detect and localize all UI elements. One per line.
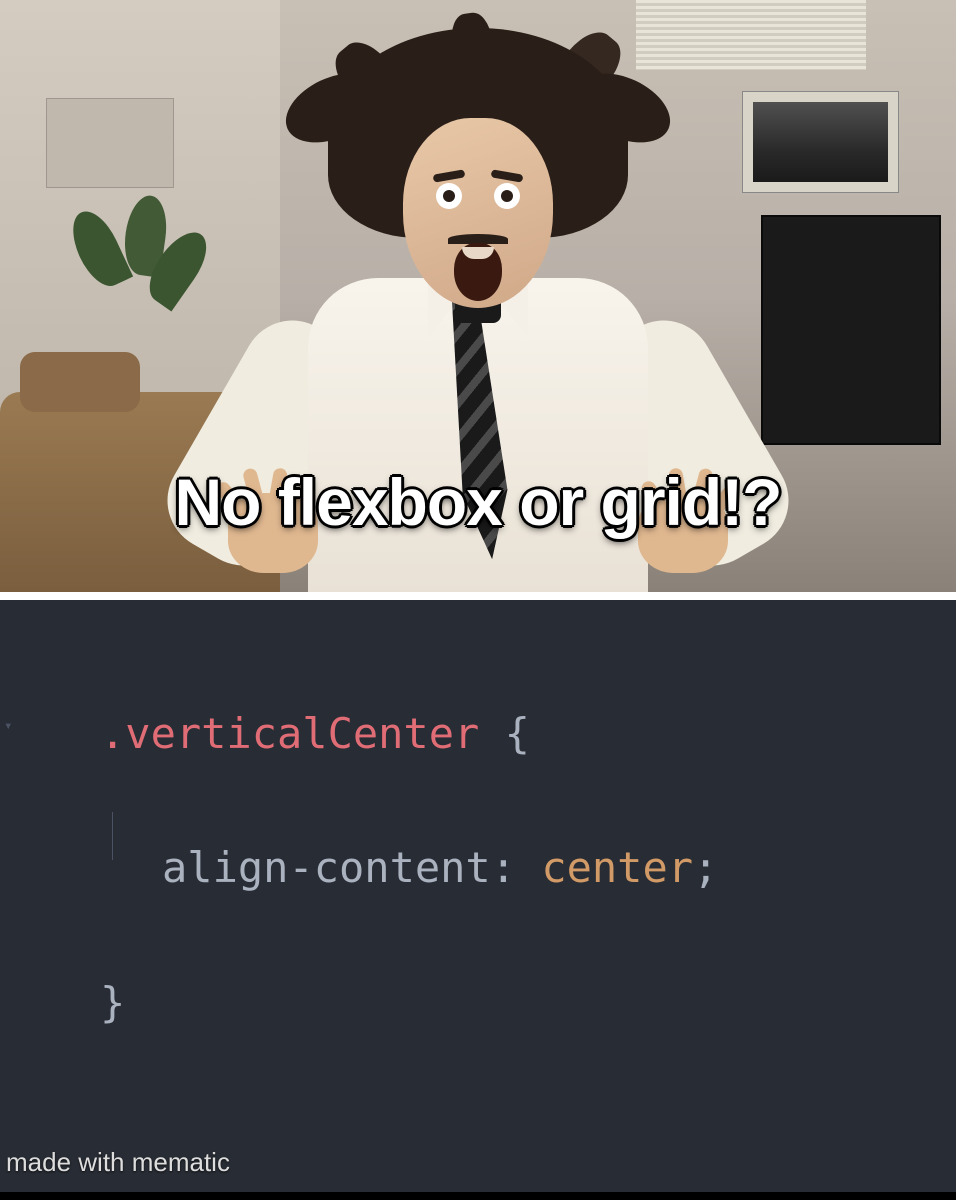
meme-top-image-panel: No flexbox or grid!? — [0, 0, 956, 592]
close-brace: } — [100, 978, 125, 1027]
code-line-3: } — [100, 969, 956, 1036]
code-line-blank — [100, 902, 956, 969]
tv-screen — [761, 215, 941, 445]
code-line-blank — [100, 767, 956, 834]
wall-picture-left — [46, 98, 174, 188]
open-mouth — [454, 243, 502, 301]
css-value: center — [541, 843, 693, 892]
meme-top-caption: No flexbox or grid!? — [0, 464, 956, 540]
code-line-1: .verticalCenter { — [100, 700, 956, 767]
watermark-text: made with mematic — [6, 1147, 230, 1178]
cursor-marker — [112, 812, 113, 860]
eye-left — [436, 183, 462, 209]
colon: : — [491, 843, 542, 892]
face — [403, 118, 553, 308]
potted-plant — [85, 195, 175, 335]
code-line-2: align-content: center; — [100, 834, 956, 901]
fold-chevron-icon: ▾ — [4, 718, 12, 734]
css-property: align-content — [162, 843, 491, 892]
open-brace: { — [479, 709, 530, 758]
eye-right — [494, 183, 520, 209]
semicolon: ; — [693, 843, 718, 892]
code-editor-panel: ▾ .verticalCenter { align-content: cente… — [0, 592, 956, 1192]
css-selector: .verticalCenter — [100, 709, 479, 758]
